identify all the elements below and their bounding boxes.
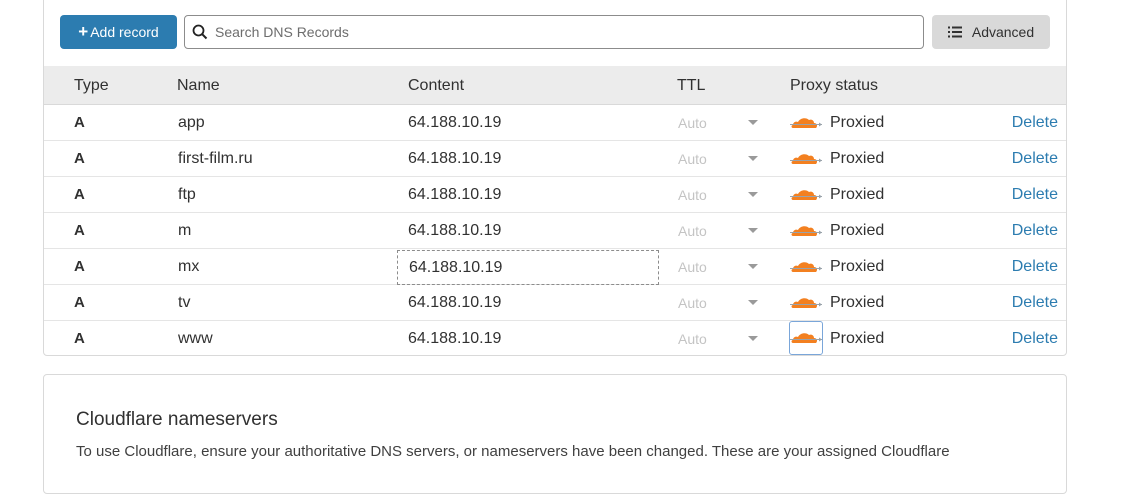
record-content[interactable]: 64.188.10.19 xyxy=(397,177,659,213)
search-input[interactable] xyxy=(215,17,923,47)
chevron-down-icon[interactable] xyxy=(748,285,758,321)
cloud-icon[interactable] xyxy=(789,184,823,206)
nameservers-title: Cloudflare nameservers xyxy=(76,409,278,430)
ttl-select[interactable]: Auto xyxy=(678,213,707,249)
proxy-status: Proxied xyxy=(830,150,885,167)
search-icon xyxy=(185,15,215,49)
delete-link[interactable]: Delete xyxy=(1012,141,1058,177)
table-row[interactable]: A mx 64.188.10.19 Auto Proxied Delete xyxy=(44,249,1066,285)
add-record-label: Add record xyxy=(90,24,159,40)
chevron-down-icon[interactable] xyxy=(748,105,758,141)
cloud-icon[interactable] xyxy=(789,148,823,170)
delete-link[interactable]: Delete xyxy=(1012,285,1058,321)
cloud-icon[interactable] xyxy=(789,292,823,314)
ttl-select[interactable]: Auto xyxy=(678,105,707,141)
add-record-button[interactable]: + Add record xyxy=(60,15,177,49)
record-type: A xyxy=(74,330,85,347)
table-row[interactable]: A app 64.188.10.19 Auto Proxied Delete xyxy=(44,105,1066,141)
table-row[interactable]: A tv 64.188.10.19 Auto Proxied Delete xyxy=(44,285,1066,321)
table-row[interactable]: A www 64.188.10.19 Auto Proxied Delete xyxy=(44,321,1066,355)
record-name[interactable]: www xyxy=(178,321,213,355)
proxy-status: Proxied xyxy=(830,114,885,131)
chevron-down-icon[interactable] xyxy=(748,213,758,249)
nameservers-description: To use Cloudflare, ensure your authorita… xyxy=(76,443,950,460)
table-row[interactable]: A ftp 64.188.10.19 Auto Proxied Delete xyxy=(44,177,1066,213)
proxy-status: Proxied xyxy=(830,222,885,239)
delete-link[interactable]: Delete xyxy=(1012,213,1058,249)
cloud-icon[interactable] xyxy=(789,321,823,355)
table-row[interactable]: A m 64.188.10.19 Auto Proxied Delete xyxy=(44,213,1066,249)
record-name[interactable]: ftp xyxy=(178,177,196,213)
header-proxy-status[interactable]: Proxy status xyxy=(790,77,878,95)
delete-link[interactable]: Delete xyxy=(1012,249,1058,285)
record-type: A xyxy=(74,222,85,239)
record-content[interactable]: 64.188.10.19 xyxy=(397,141,659,177)
cloud-icon[interactable] xyxy=(789,112,823,134)
header-ttl[interactable]: TTL xyxy=(677,77,705,95)
dns-toolbar: + Add record Advanced xyxy=(44,0,1066,66)
record-name[interactable]: tv xyxy=(178,285,190,321)
plus-icon: + xyxy=(78,22,89,41)
record-content[interactable]: 64.188.10.19 xyxy=(397,285,659,321)
record-name[interactable]: app xyxy=(178,105,205,141)
ttl-select[interactable]: Auto xyxy=(678,285,707,321)
dns-records-card: + Add record Advanced Type Name Content … xyxy=(43,0,1067,356)
table-header: Type Name Content TTL Proxy status xyxy=(44,66,1066,105)
record-content[interactable]: 64.188.10.19 xyxy=(397,321,659,355)
record-type: A xyxy=(74,294,85,311)
list-icon xyxy=(947,26,962,38)
delete-link[interactable]: Delete xyxy=(1012,105,1058,141)
record-content[interactable]: 64.188.10.19 xyxy=(397,250,659,285)
header-type[interactable]: Type xyxy=(74,77,109,95)
ttl-select[interactable]: Auto xyxy=(678,249,707,285)
header-name[interactable]: Name xyxy=(177,77,220,95)
ttl-select[interactable]: Auto xyxy=(678,177,707,213)
chevron-down-icon[interactable] xyxy=(748,321,758,355)
record-type: A xyxy=(74,258,85,275)
record-content[interactable]: 64.188.10.19 xyxy=(397,213,659,249)
record-name[interactable]: first-film.ru xyxy=(178,141,253,177)
record-name[interactable]: mx xyxy=(178,249,199,285)
proxy-status: Proxied xyxy=(830,186,885,203)
chevron-down-icon[interactable] xyxy=(748,249,758,285)
table-row[interactable]: A first-film.ru 64.188.10.19 Auto Proxie… xyxy=(44,141,1066,177)
nameservers-card: Cloudflare nameservers To use Cloudflare… xyxy=(43,374,1067,494)
ttl-select[interactable]: Auto xyxy=(678,141,707,177)
advanced-label: Advanced xyxy=(971,24,1035,40)
proxy-status: Proxied xyxy=(830,294,885,311)
chevron-down-icon[interactable] xyxy=(748,141,758,177)
record-content[interactable]: 64.188.10.19 xyxy=(397,105,659,141)
proxy-status: Proxied xyxy=(830,258,885,275)
proxy-status: Proxied xyxy=(830,330,885,347)
advanced-button[interactable]: Advanced xyxy=(932,15,1050,49)
search-box[interactable] xyxy=(184,15,924,49)
record-type: A xyxy=(74,150,85,167)
delete-link[interactable]: Delete xyxy=(1012,321,1058,355)
cloud-icon[interactable] xyxy=(789,220,823,242)
cloud-icon[interactable] xyxy=(789,256,823,278)
record-type: A xyxy=(74,114,85,131)
delete-link[interactable]: Delete xyxy=(1012,177,1058,213)
chevron-down-icon[interactable] xyxy=(748,177,758,213)
record-type: A xyxy=(74,186,85,203)
header-content[interactable]: Content xyxy=(408,77,464,95)
ttl-select[interactable]: Auto xyxy=(678,321,707,355)
record-name[interactable]: m xyxy=(178,213,191,249)
